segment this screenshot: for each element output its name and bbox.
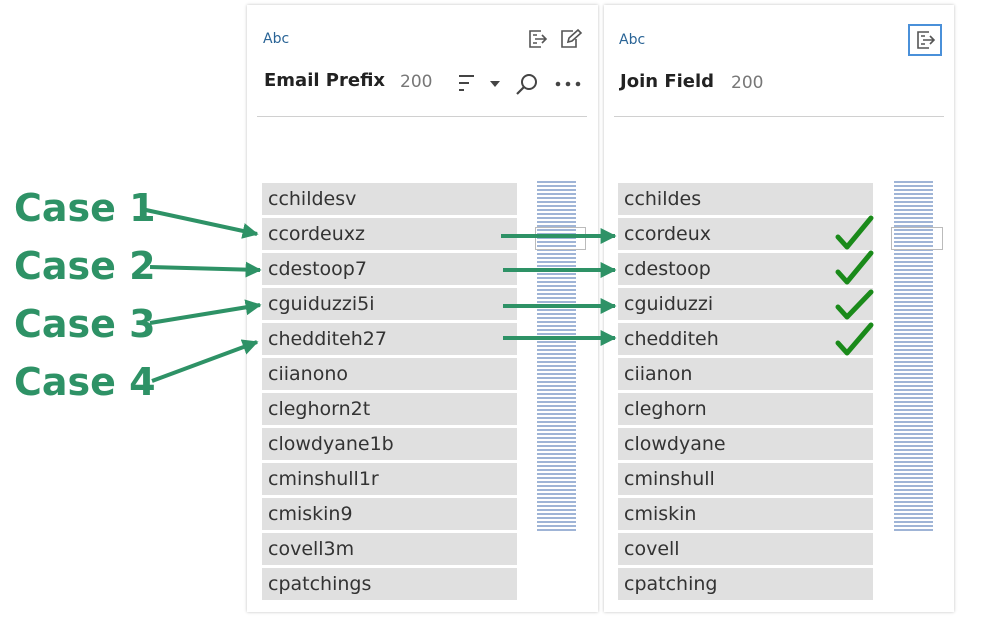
case-3-arrow (149, 299, 262, 325)
case-1-arrow (145, 208, 259, 239)
checkmark-icon (835, 250, 874, 285)
checkmark-icon (835, 215, 874, 250)
case-4-arrow (151, 339, 259, 383)
case-2-arrow (149, 261, 262, 278)
checkmark-icon (835, 289, 874, 320)
annotation-overlay (145, 208, 874, 383)
checkmark-icon (835, 322, 874, 356)
